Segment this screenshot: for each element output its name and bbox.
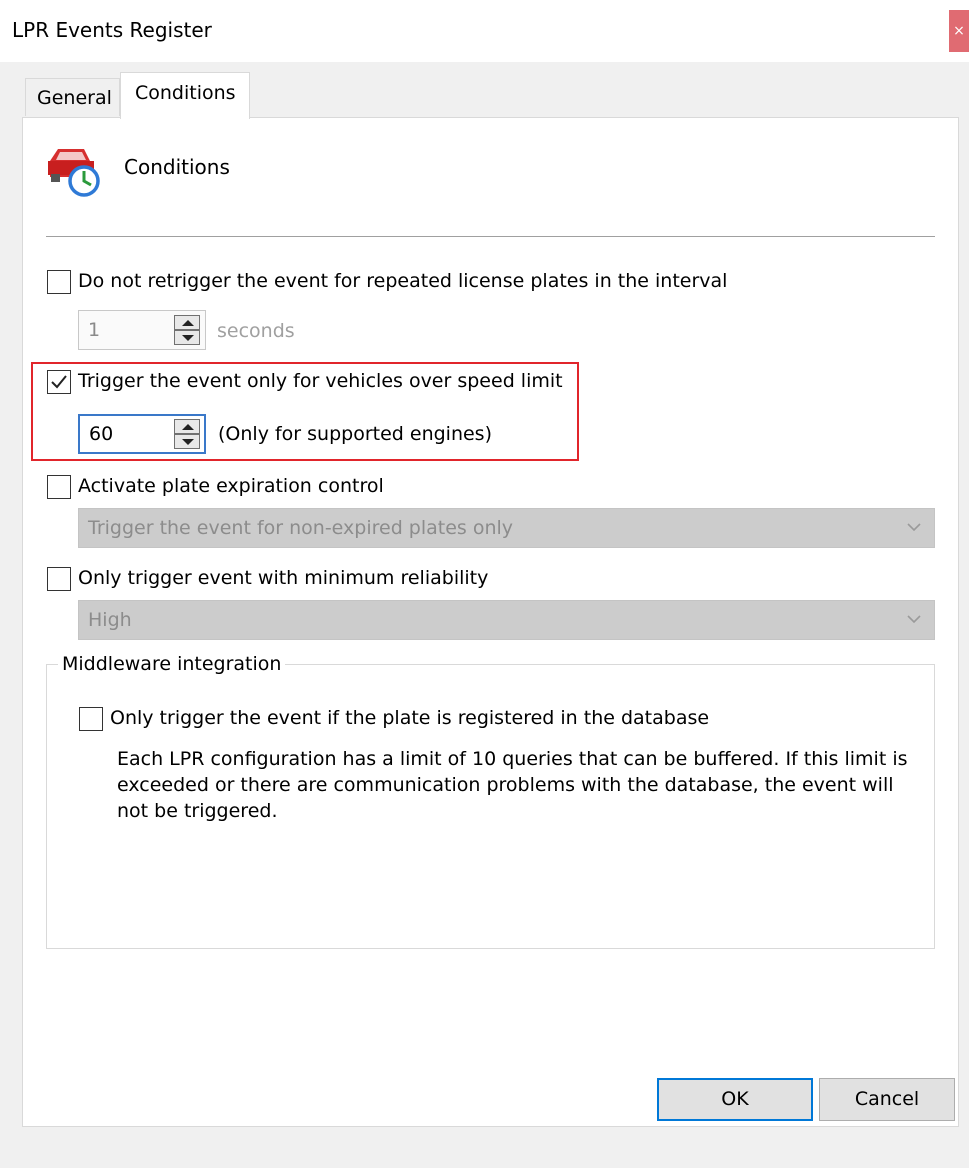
retrigger-unit: seconds — [217, 320, 295, 342]
expiration-select-value: Trigger the event for non-expired plates… — [88, 517, 514, 539]
spin-up-icon[interactable] — [174, 419, 200, 434]
speed-limit-value: 60 — [89, 423, 114, 445]
chevron-down-icon — [907, 523, 921, 532]
car-clock-icon — [46, 141, 106, 201]
retrigger-spinner[interactable] — [174, 315, 200, 345]
speed-limit-label: Trigger the event only for vehicles over… — [78, 370, 563, 392]
checkmark-icon — [51, 375, 67, 389]
cancel-button[interactable]: Cancel — [819, 1078, 955, 1121]
title-bar: LPR Events Register × — [0, 0, 969, 62]
middleware-checkbox[interactable] — [79, 707, 103, 731]
window-title: LPR Events Register — [12, 18, 212, 42]
tab-general-label: General — [37, 87, 112, 109]
expiration-label: Activate plate expiration control — [78, 475, 384, 497]
spin-down-icon[interactable] — [174, 434, 200, 449]
tab-conditions-label: Conditions — [135, 82, 236, 104]
reliability-label: Only trigger event with minimum reliabil… — [78, 567, 489, 589]
middleware-title: Middleware integration — [58, 653, 286, 675]
retrigger-checkbox[interactable] — [47, 270, 71, 294]
middleware-label: Only trigger the event if the plate is r… — [110, 707, 710, 729]
tab-conditions[interactable]: Conditions — [120, 72, 250, 119]
retrigger-label: Do not retrigger the event for repeated … — [78, 270, 728, 292]
speed-limit-note: (Only for supported engines) — [218, 423, 492, 445]
spin-up-icon[interactable] — [174, 315, 200, 330]
spin-down-icon[interactable] — [174, 330, 200, 345]
close-icon: × — [953, 23, 965, 39]
close-button[interactable]: × — [949, 10, 969, 52]
reliability-select-value: High — [88, 609, 132, 631]
retrigger-interval-value: 1 — [88, 319, 101, 341]
middleware-description: Each LPR configuration has a limit of 10… — [117, 748, 908, 822]
ok-button[interactable]: OK — [657, 1078, 813, 1121]
speed-limit-spinner[interactable] — [174, 419, 200, 449]
chevron-down-icon — [907, 615, 921, 624]
speed-limit-checkbox[interactable] — [47, 370, 71, 394]
reliability-checkbox[interactable] — [47, 567, 71, 591]
expiration-checkbox[interactable] — [47, 475, 71, 499]
reliability-select[interactable]: High — [78, 600, 935, 640]
expiration-select[interactable]: Trigger the event for non-expired plates… — [78, 508, 935, 548]
header-divider — [46, 236, 935, 237]
tab-general[interactable]: General — [25, 78, 120, 116]
header-title: Conditions — [124, 155, 230, 179]
